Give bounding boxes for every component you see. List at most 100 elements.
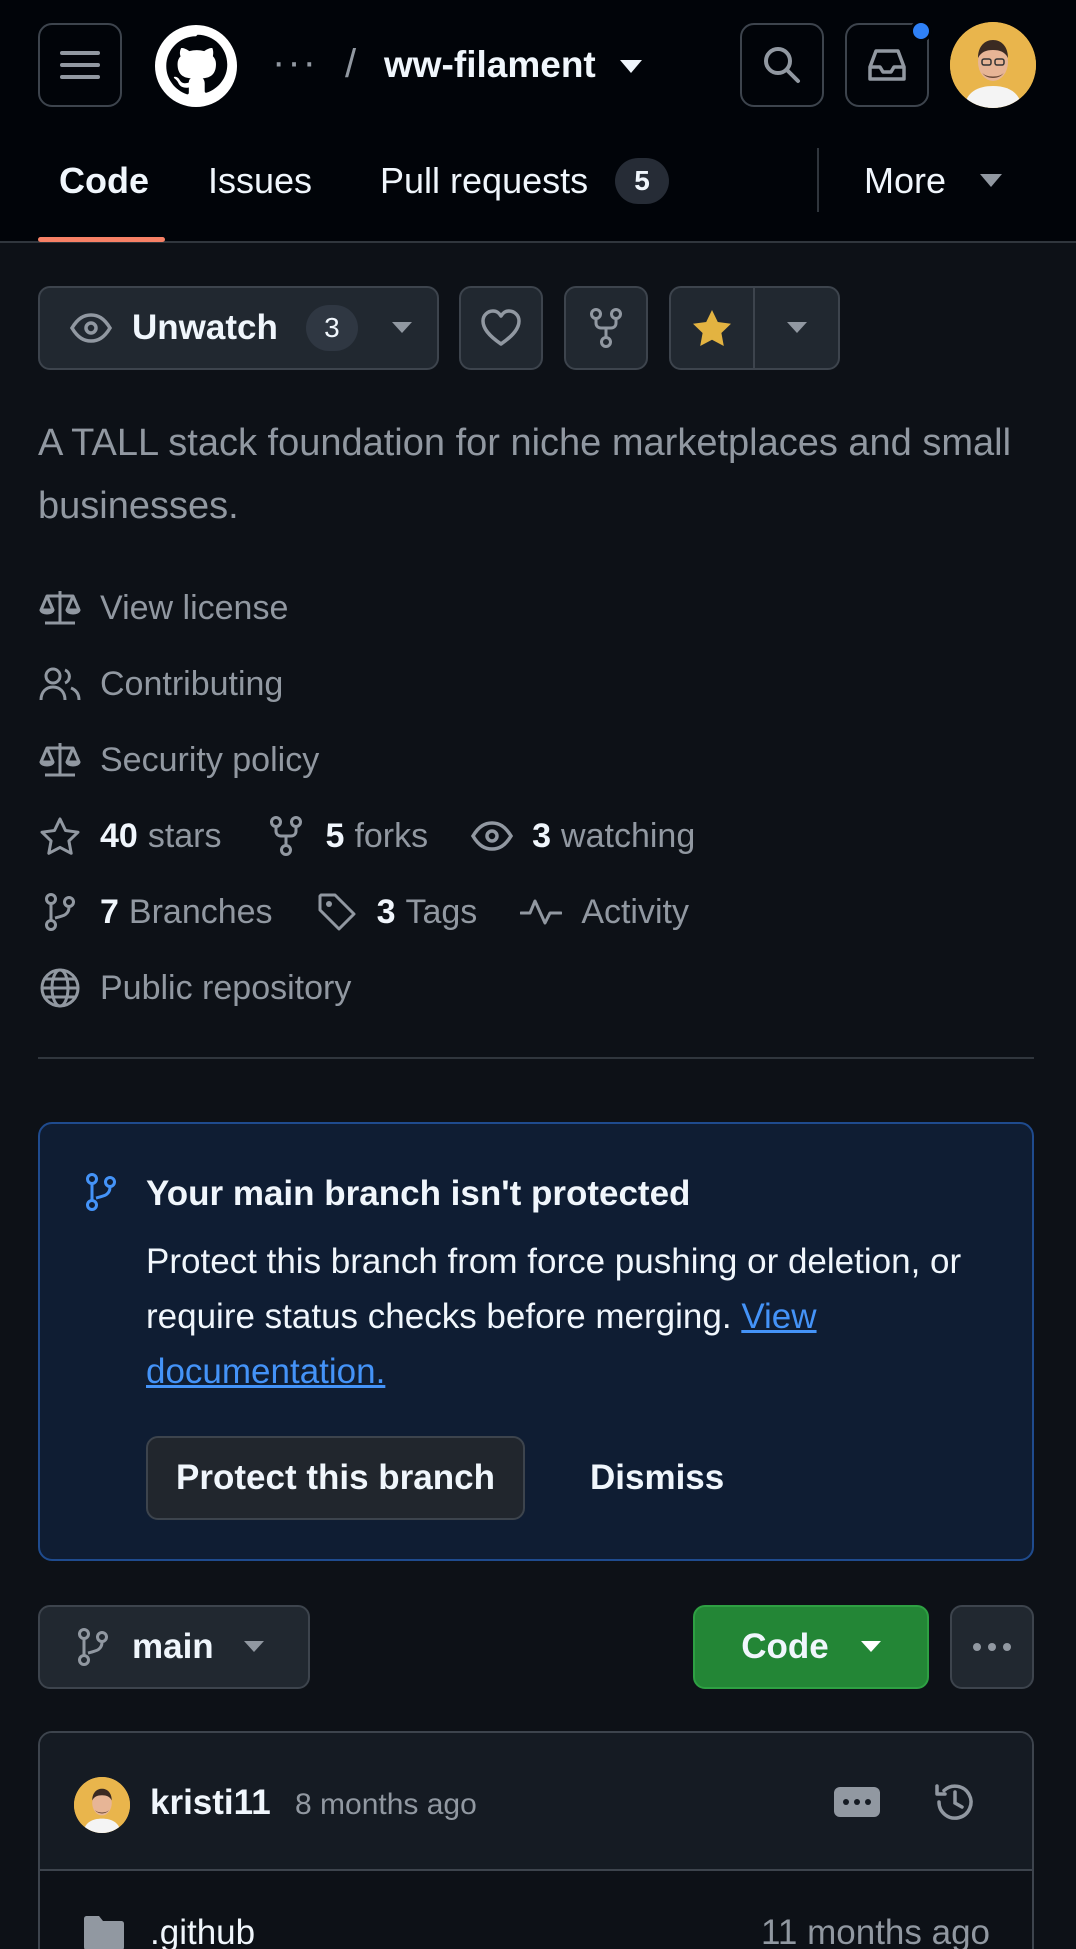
contributing-link[interactable]: Contributing [38,659,283,709]
repo-name-link[interactable]: ww-filament [384,44,596,86]
chevron-down-icon [786,322,807,333]
star-icon [40,817,80,855]
commit-author-avatar[interactable] [74,1777,130,1833]
tag-icon [318,893,356,931]
file-updated-time: 11 months ago [761,1913,990,1949]
tags-label: Tags [405,892,478,931]
globe-icon [40,968,80,1008]
file-name[interactable]: .github [150,1913,255,1949]
chevron-down-icon [391,322,412,333]
forks-count: 5 [325,816,345,855]
watching-label: watching [561,816,696,855]
banner-title: Your main branch isn't protected [146,1174,691,1213]
inbox-icon [868,49,906,81]
fork-button[interactable] [564,286,648,370]
branches-label: Branches [128,892,273,931]
search-button[interactable] [740,23,824,107]
repo-refs-row: 7 Branches 3 Tags Activity [38,887,731,937]
branch-icon [86,1173,116,1211]
watching-link[interactable]: 3 watching [470,814,695,858]
repo-description: A TALL stack foundation for niche market… [38,422,1012,527]
visibility-label: Public repository [100,968,352,1007]
breadcrumb-overflow[interactable]: ··· [272,40,318,85]
code-button[interactable]: Code [693,1605,929,1689]
chevron-down-icon[interactable] [980,174,1002,188]
menu-button[interactable] [38,23,122,107]
more-options-button[interactable] [950,1605,1034,1689]
latest-commit-header: kristi11 8 months ago [40,1733,1032,1871]
forks-label: forks [354,816,429,855]
active-tab-indicator [38,237,165,242]
kebab-horizontal-icon [973,1643,1011,1651]
protect-branch-button[interactable]: Protect this branch [146,1436,525,1520]
branch-name: main [132,1627,214,1666]
protect-branch-label: Protect this branch [176,1458,495,1497]
stars-link[interactable]: 40 stars [38,814,222,858]
chevron-down-icon [860,1641,881,1652]
star-filled-icon [693,310,731,346]
tab-issues[interactable]: Issues [208,160,312,202]
tags-link[interactable]: 3 Tags [315,890,478,934]
security-policy-link[interactable]: Security policy [38,735,319,785]
avatar-person-icon [950,22,1036,108]
dismiss-button[interactable]: Dismiss [590,1458,724,1498]
contributing-label: Contributing [100,664,284,703]
activity-link[interactable]: Activity [519,890,689,934]
sponsor-button[interactable] [459,286,543,370]
history-icon[interactable] [933,1780,977,1824]
branches-link[interactable]: 7 Branches [38,890,273,934]
unwatch-label: Unwatch [132,308,278,347]
repo-stats-row: 40 stars 5 forks 3 watching [38,811,737,861]
license-label: View license [100,588,289,627]
tab-more[interactable]: More [864,160,946,202]
github-logo-icon[interactable] [155,25,237,107]
file-browser: kristi11 8 months ago .github 11 months … [38,1731,1034,1949]
branch-icon [78,1628,108,1666]
watching-count: 3 [532,816,552,855]
unwatch-button[interactable]: Unwatch 3 [38,286,439,370]
ellipsis-icon [843,1799,871,1805]
top-header: ··· / ww-filament Code Issues Pull reque… [0,0,1076,243]
forks-link[interactable]: 5 forks [264,814,429,858]
star-lists-dropdown[interactable] [755,288,838,368]
banner-body: Protect this branch from force pushing o… [146,1242,962,1336]
hamburger-icon [60,51,100,79]
tab-divider [817,148,819,212]
branch-selector[interactable]: main [38,1605,310,1689]
pulse-icon [520,899,563,925]
avatar-person-icon [74,1777,130,1833]
pull-requests-count-badge: 5 [615,158,669,204]
tags-count: 3 [376,892,396,931]
commit-message-toggle[interactable] [834,1787,880,1817]
section-divider [38,1057,1034,1059]
fork-icon [590,308,622,348]
eye-icon [70,313,112,343]
people-icon [39,667,81,701]
activity-label: Activity [581,892,689,931]
scale-icon [39,591,81,625]
eye-icon [471,821,514,851]
license-link[interactable]: View license [38,583,288,633]
commit-author[interactable]: kristi11 [150,1783,271,1823]
commit-time: 8 months ago [295,1788,477,1821]
code-label: Code [741,1627,829,1666]
security-policy-label: Security policy [100,740,320,779]
search-icon [764,47,800,83]
chevron-down-icon [243,1641,264,1652]
visibility-row: Public repository [38,963,351,1013]
tab-code[interactable]: Code [59,160,149,202]
branches-count: 7 [100,892,119,931]
breadcrumb-separator: / [345,42,357,86]
user-avatar[interactable] [950,22,1036,108]
heart-icon [481,309,521,346]
starred-button[interactable] [671,288,755,368]
banner-text: Protect this branch from force pushing o… [146,1234,1026,1399]
chevron-down-icon[interactable] [620,60,642,74]
file-row[interactable]: .github 11 months ago [40,1873,1032,1949]
stars-count: 40 [100,816,138,855]
stars-label: stars [147,816,222,855]
branch-protection-banner: Your main branch isn't protected Protect… [38,1122,1034,1561]
branch-icon [45,893,75,931]
tab-pull-requests[interactable]: Pull requests [380,160,588,202]
star-button-group [669,286,840,370]
